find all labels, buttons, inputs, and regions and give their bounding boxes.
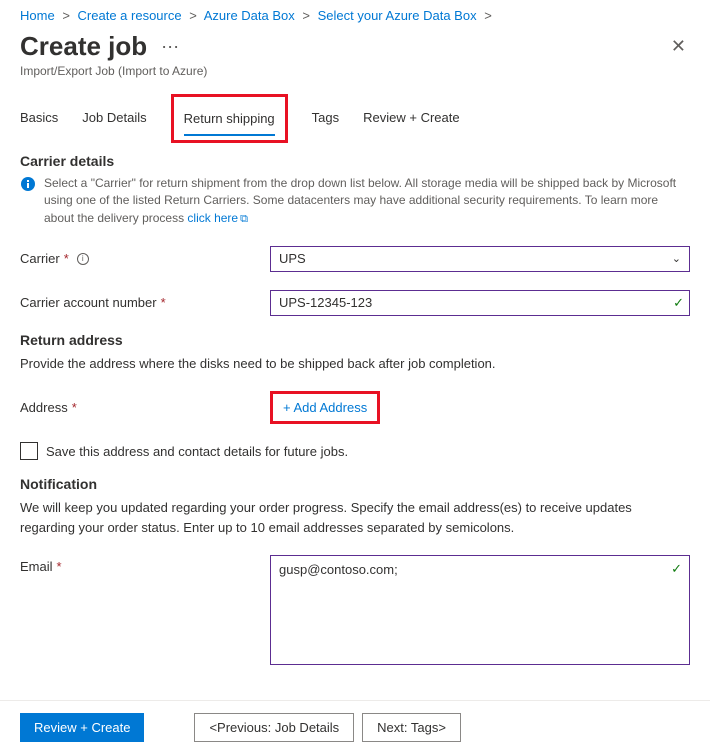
info-icon — [20, 176, 36, 192]
more-menu-icon[interactable]: ⋯ — [161, 38, 179, 56]
save-address-label: Save this address and contact details fo… — [46, 444, 348, 459]
label-address: Address * — [20, 400, 270, 415]
footer-bar: Review + Create <Previous: Job Details N… — [0, 700, 710, 754]
breadcrumb-item[interactable]: Select your Azure Data Box — [318, 8, 477, 23]
chevron-right-icon: > — [62, 8, 70, 23]
close-icon[interactable]: ✕ — [667, 32, 690, 61]
tab-return-shipping[interactable]: Return shipping — [184, 105, 275, 136]
tab-review-create[interactable]: Review + Create — [363, 104, 459, 137]
breadcrumb-item[interactable]: Azure Data Box — [204, 8, 295, 23]
tab-job-details[interactable]: Job Details — [82, 104, 146, 137]
notification-description: We will keep you updated regarding your … — [20, 498, 690, 537]
section-title-carrier: Carrier details — [20, 153, 690, 169]
label-carrier-account: Carrier account number * — [20, 295, 270, 310]
breadcrumb-item[interactable]: Create a resource — [78, 8, 182, 23]
review-create-button[interactable]: Review + Create — [20, 713, 144, 742]
breadcrumb-item[interactable]: Home — [20, 8, 55, 23]
tabs-container: Basics Job Details Return shipping Tags … — [0, 78, 710, 137]
chevron-right-icon: > — [484, 8, 492, 23]
breadcrumb: Home > Create a resource > Azure Data Bo… — [0, 0, 710, 27]
checkmark-icon: ✓ — [671, 561, 682, 577]
page-subtitle: Import/Export Job (Import to Azure) — [0, 62, 710, 78]
highlight-box: Return shipping — [171, 94, 288, 143]
required-indicator: * — [72, 400, 77, 415]
chevron-down-icon: ⌄ — [672, 252, 681, 265]
email-textarea[interactable] — [270, 555, 690, 665]
tab-tags[interactable]: Tags — [312, 104, 339, 137]
page-title: Create job — [20, 31, 147, 62]
info-text: Select a "Carrier" for return shipment f… — [44, 175, 690, 228]
required-indicator: * — [57, 559, 62, 574]
section-title-notification: Notification — [20, 476, 690, 492]
carrier-select-value: UPS — [279, 251, 306, 266]
chevron-right-icon: > — [302, 8, 310, 23]
label-carrier: Carrier * i — [20, 251, 270, 266]
section-title-return: Return address — [20, 332, 690, 348]
label-email: Email * — [20, 555, 270, 574]
previous-button[interactable]: <Previous: Job Details — [194, 713, 354, 742]
chevron-right-icon: > — [189, 8, 197, 23]
tab-basics[interactable]: Basics — [20, 104, 58, 137]
save-address-checkbox[interactable] — [20, 442, 38, 460]
add-address-link[interactable]: + Add Address — [283, 400, 367, 415]
carrier-account-input[interactable] — [270, 290, 690, 316]
help-icon[interactable]: i — [77, 253, 89, 265]
required-indicator: * — [161, 295, 166, 310]
carrier-select[interactable]: UPS ⌄ — [270, 246, 690, 272]
checkmark-icon: ✓ — [673, 295, 684, 311]
highlight-box: + Add Address — [270, 391, 380, 424]
learn-more-link[interactable]: click here — [187, 211, 238, 225]
return-description: Provide the address where the disks need… — [20, 354, 690, 374]
external-link-icon: ⧉ — [240, 213, 248, 225]
required-indicator: * — [64, 251, 69, 266]
next-button[interactable]: Next: Tags> — [362, 713, 461, 742]
